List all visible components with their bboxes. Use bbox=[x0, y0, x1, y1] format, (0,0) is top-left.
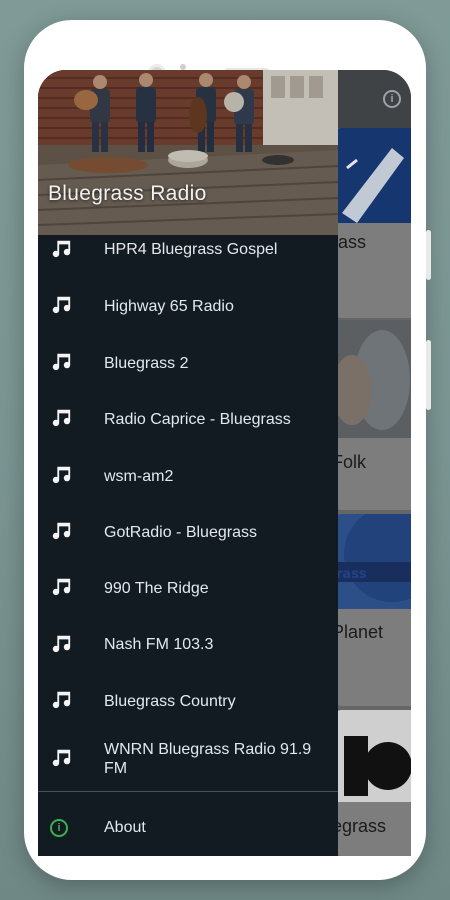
drawer-item-label: Bluegrass Country bbox=[104, 693, 236, 710]
drawer-item-hpr4[interactable]: HPR4 Bluegrass Gospel bbox=[38, 235, 338, 291]
station-card-title: rass bbox=[332, 232, 367, 252]
bluegrass-logo-icon: rass bbox=[332, 514, 411, 609]
screen: i rass Folk rass Planet egrass Bluegrass… bbox=[38, 70, 411, 856]
station-card[interactable]: rass Planet bbox=[332, 514, 411, 706]
drawer-item-bluegrass-2[interactable]: Bluegrass 2 bbox=[38, 348, 338, 404]
drawer-item-label: 990 The Ridge bbox=[104, 580, 209, 597]
band-photo bbox=[38, 70, 338, 235]
drawer-item-label: wsm-am2 bbox=[104, 468, 174, 485]
folk-photo-icon bbox=[332, 320, 411, 438]
drawer-title: Bluegrass Radio bbox=[48, 182, 207, 205]
svg-text:rass: rass bbox=[336, 567, 367, 582]
about-label: About bbox=[104, 819, 146, 836]
music-note-icon bbox=[52, 578, 71, 596]
drawer-item-gotradio[interactable]: GotRadio - Bluegrass bbox=[38, 517, 338, 573]
music-note-icon bbox=[52, 353, 71, 371]
power-button bbox=[426, 340, 431, 410]
music-note-icon bbox=[52, 522, 71, 540]
drawer-header: Bluegrass Radio bbox=[38, 70, 338, 235]
station-image bbox=[332, 710, 411, 802]
info-icon[interactable]: i bbox=[383, 90, 401, 108]
station-image bbox=[332, 128, 411, 223]
info-icon: i bbox=[50, 819, 68, 837]
drawer-item-990-the-ridge[interactable]: 990 The Ridge bbox=[38, 573, 338, 629]
drawer-item-radio-caprice[interactable]: Radio Caprice - Bluegrass bbox=[38, 404, 338, 460]
drawer-item-wsm-am2[interactable]: wsm-am2 bbox=[38, 461, 338, 517]
station-card[interactable]: Folk bbox=[332, 320, 411, 510]
music-note-icon bbox=[52, 409, 71, 427]
music-note-icon bbox=[52, 749, 71, 767]
drawer-item-label: Radio Caprice - Bluegrass bbox=[104, 411, 291, 428]
music-note-icon bbox=[52, 466, 71, 484]
station-image: rass bbox=[332, 514, 411, 609]
music-note-icon bbox=[52, 296, 71, 314]
drawer-item-label: GotRadio - Bluegrass bbox=[104, 524, 257, 541]
drawer-item-label: WNRN Bluegrass Radio 91.9 FM bbox=[104, 741, 312, 777]
station-image bbox=[332, 320, 411, 438]
station-card[interactable]: rass bbox=[332, 128, 411, 318]
station-card-title: Folk bbox=[332, 452, 367, 472]
drawer-item-highway-65[interactable]: Highway 65 Radio bbox=[38, 291, 338, 347]
drawer-item-nash-fm[interactable]: Nash FM 103.3 bbox=[38, 630, 338, 686]
station-logo-icon bbox=[332, 128, 411, 223]
station-card-title: Planet bbox=[332, 622, 384, 642]
station-logo-icon bbox=[332, 710, 411, 802]
drawer-item-wnrn[interactable]: WNRN Bluegrass Radio 91.9 FM bbox=[38, 741, 338, 806]
drawer-divider bbox=[38, 791, 338, 792]
drawer-item-bluegrass-country[interactable]: Bluegrass Country bbox=[38, 686, 338, 742]
station-card-title: egrass bbox=[332, 816, 387, 836]
drawer-item-label: Highway 65 Radio bbox=[104, 298, 234, 315]
drawer-item-label: Bluegrass 2 bbox=[104, 355, 189, 372]
drawer-item-label: HPR4 Bluegrass Gospel bbox=[104, 241, 278, 258]
volume-button bbox=[426, 230, 431, 280]
music-note-icon bbox=[52, 691, 71, 709]
drawer-item-label: Nash FM 103.3 bbox=[104, 636, 214, 653]
drawer-item-about[interactable]: i About bbox=[38, 808, 338, 848]
music-note-icon bbox=[52, 240, 71, 258]
station-card[interactable]: egrass bbox=[332, 710, 411, 856]
navigation-drawer: Bluegrass Radio HPR4 Bluegrass Gospel Hi… bbox=[38, 70, 338, 856]
music-note-icon bbox=[52, 635, 71, 653]
